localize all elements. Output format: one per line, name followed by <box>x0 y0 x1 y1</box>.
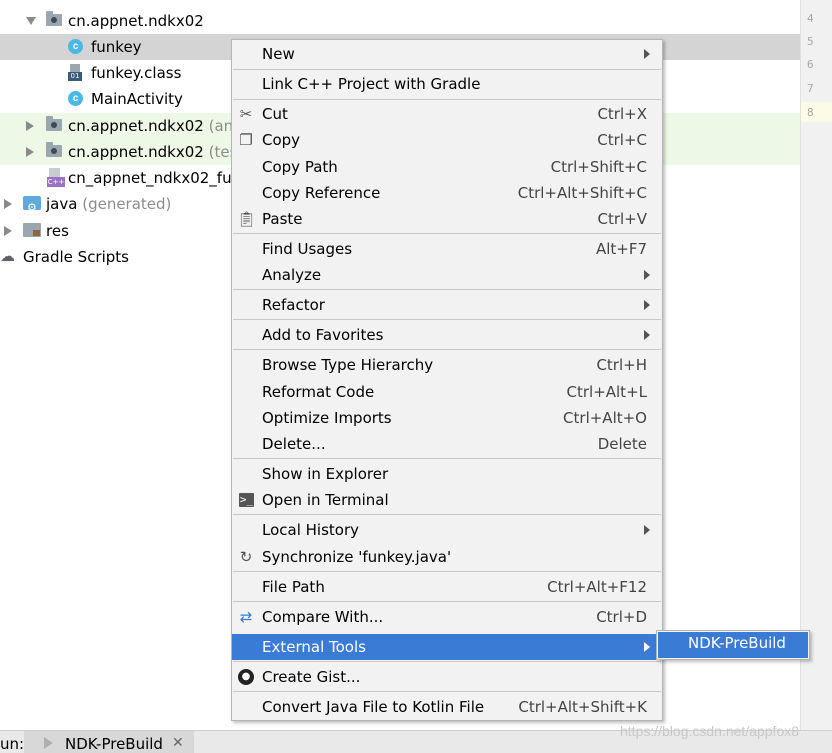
sync-icon: ↻ <box>239 548 253 566</box>
menu-item-paste[interactable]: 📋︎ Paste Ctrl+V <box>232 206 662 232</box>
external-tools-submenu: NDK-PreBuild <box>656 630 810 660</box>
file-label: MainActivity <box>91 90 183 108</box>
menu-separator <box>233 233 661 234</box>
menu-item-analyze[interactable]: Analyze <box>232 262 662 288</box>
play-icon <box>44 737 53 749</box>
menu-separator <box>233 99 661 100</box>
package-label: cn.appnet.ndkx02 (and <box>68 117 243 135</box>
menu-item-add-favorites[interactable]: Add to Favorites <box>232 322 662 348</box>
menu-item-new[interactable]: New <box>232 41 662 67</box>
submenu-arrow-icon <box>644 330 650 340</box>
menu-item-find-usages[interactable]: Find Usages Alt+F7 <box>232 236 662 262</box>
resource-folder-icon <box>23 223 41 237</box>
menu-item-synchronize[interactable]: ↻ Synchronize 'funkey.java' <box>232 544 662 570</box>
binary-file-icon: 01 <box>68 64 82 81</box>
terminal-icon: >_ <box>239 493 254 507</box>
run-tab-label: NDK-PreBuild <box>65 735 163 753</box>
file-label: funkey.class <box>91 64 182 82</box>
package-folder-icon <box>46 11 62 26</box>
package-label: cn.appnet.ndkx02 (test <box>68 143 244 161</box>
submenu-arrow-icon <box>644 525 650 535</box>
class-icon: c <box>68 39 83 54</box>
context-menu: New Link C++ Project with Gradle ✂ Cut C… <box>231 39 663 721</box>
package-label: cn.appnet.ndkx02 <box>68 12 204 30</box>
line-number: 8 <box>807 106 814 119</box>
menu-separator <box>233 289 661 290</box>
menu-item-compare-with[interactable]: ⇄ Compare With... Ctrl+D <box>232 604 662 630</box>
submenu-item-ndk-prebuild[interactable]: NDK-PreBuild <box>658 632 808 658</box>
menu-item-delete[interactable]: Delete... Delete <box>232 431 662 457</box>
line-number: 6 <box>807 58 814 71</box>
line-number: 4 <box>807 12 814 25</box>
run-label: un: <box>0 735 25 753</box>
menu-item-copy-reference[interactable]: Copy Reference Ctrl+Alt+Shift+C <box>232 180 662 206</box>
submenu-arrow-icon <box>644 642 650 652</box>
folder-label: Gradle Scripts <box>23 248 129 266</box>
tree-row-package[interactable]: cn.appnet.ndkx02 <box>0 8 800 34</box>
chevron-right-icon[interactable] <box>4 226 12 236</box>
menu-separator <box>233 661 661 662</box>
editor-gutter: 4 5 6 7 8 <box>800 0 832 730</box>
menu-separator <box>233 571 661 572</box>
menu-item-refactor[interactable]: Refactor <box>232 292 662 318</box>
submenu-arrow-icon <box>644 49 650 59</box>
gradle-elephant-icon: ☁ <box>0 247 15 265</box>
chevron-down-icon[interactable] <box>26 17 36 25</box>
folder-label: java (generated) <box>46 195 172 213</box>
line-number: 5 <box>807 35 814 48</box>
menu-item-copy[interactable]: ❐ Copy Ctrl+C <box>232 127 662 153</box>
menu-item-link-cpp[interactable]: Link C++ Project with Gradle <box>232 71 662 97</box>
menu-separator <box>233 319 661 320</box>
menu-item-copy-path[interactable]: Copy Path Ctrl+Shift+C <box>232 154 662 180</box>
copy-icon: ❐ <box>239 131 253 149</box>
menu-item-reformat-code[interactable]: Reformat Code Ctrl+Alt+L <box>232 379 662 405</box>
close-icon[interactable]: ✕ <box>172 735 184 751</box>
menu-separator <box>233 691 661 692</box>
chevron-right-icon[interactable] <box>26 121 34 131</box>
watermark: https://blog.csdn.net/appfox8 <box>620 723 800 739</box>
line-number: 7 <box>807 82 814 95</box>
menu-item-show-in-explorer[interactable]: Show in Explorer <box>232 461 662 487</box>
menu-item-browse-type-hierarchy[interactable]: Browse Type Hierarchy Ctrl+H <box>232 352 662 378</box>
cpp-file-icon: C++ <box>47 168 65 187</box>
github-icon: ● <box>238 669 254 685</box>
java-generated-folder-icon <box>23 195 41 221</box>
menu-item-create-gist[interactable]: ● Create Gist... <box>232 664 662 690</box>
menu-separator <box>233 458 661 459</box>
menu-item-cut[interactable]: ✂ Cut Ctrl+X <box>232 101 662 127</box>
menu-item-optimize-imports[interactable]: Optimize Imports Ctrl+Alt+O <box>232 405 662 431</box>
scissors-icon: ✂ <box>239 105 253 123</box>
menu-separator <box>233 69 661 70</box>
chevron-right-icon[interactable] <box>26 147 34 157</box>
package-folder-icon <box>46 142 62 157</box>
package-folder-icon <box>46 116 62 131</box>
menu-item-local-history[interactable]: Local History <box>232 517 662 543</box>
clipboard-icon: 📋︎ <box>237 210 257 228</box>
file-label: funkey <box>91 38 142 56</box>
file-label: cn_appnet_ndkx02_fur <box>68 169 238 187</box>
menu-item-convert-kotlin[interactable]: Convert Java File to Kotlin File Ctrl+Al… <box>232 694 662 720</box>
folder-label: res <box>46 222 69 240</box>
menu-item-external-tools[interactable]: External Tools <box>232 634 662 660</box>
menu-item-file-path[interactable]: File Path Ctrl+Alt+F12 <box>232 574 662 600</box>
chevron-right-icon[interactable] <box>4 199 12 209</box>
current-line-highlight <box>801 102 832 122</box>
submenu-arrow-icon <box>644 270 650 280</box>
submenu-arrow-icon <box>644 300 650 310</box>
menu-item-open-in-terminal[interactable]: >_ Open in Terminal <box>232 487 662 513</box>
menu-separator <box>233 349 661 350</box>
menu-separator <box>233 514 661 515</box>
run-tab-ndk-prebuild[interactable]: NDK-PreBuild ✕ <box>24 731 194 753</box>
menu-separator <box>233 601 661 602</box>
compare-arrows-icon: ⇄ <box>239 608 253 626</box>
class-icon: c <box>68 91 83 106</box>
